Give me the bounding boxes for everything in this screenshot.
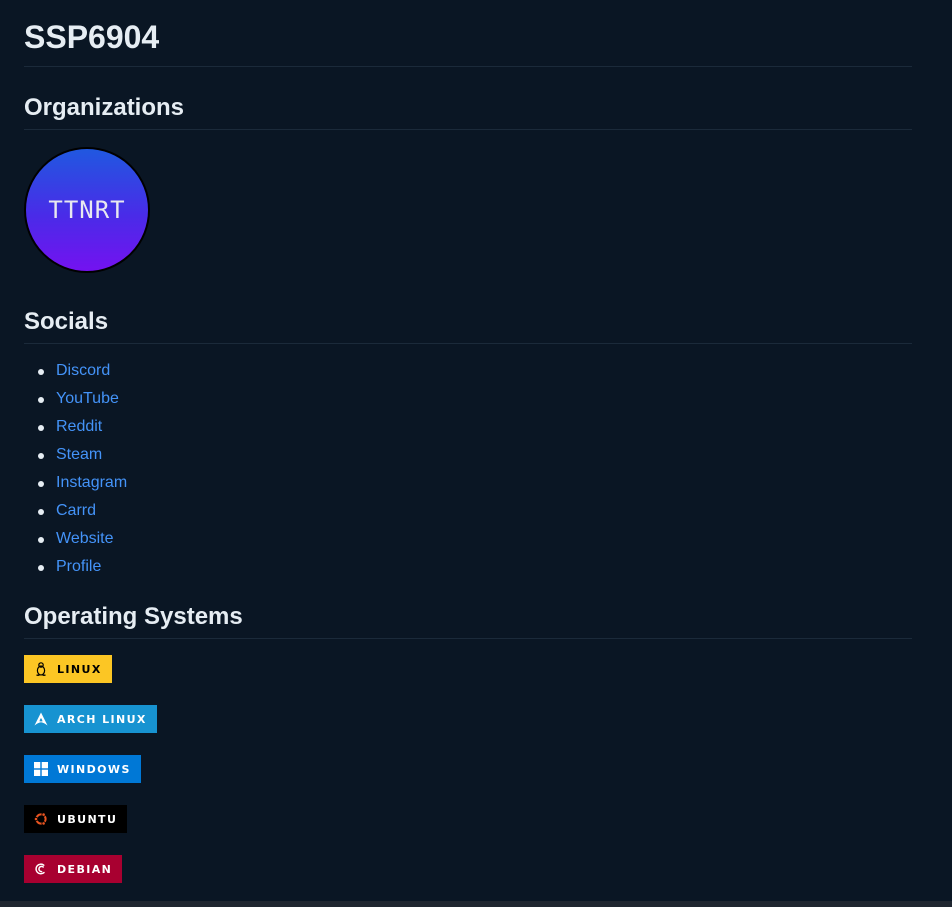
badge-label: LINUX (57, 662, 102, 676)
socials-heading: Socials (24, 307, 912, 344)
carrd-link[interactable]: Carrd (56, 502, 96, 519)
organizations-heading: Organizations (24, 93, 912, 130)
instagram-link[interactable]: Instagram (56, 474, 127, 491)
taskbar-edge (0, 901, 952, 907)
ubuntu-icon (33, 811, 49, 827)
list-item: Website (38, 525, 912, 553)
debian-badge: DEBIAN (24, 855, 123, 883)
steam-link[interactable]: Steam (56, 446, 102, 463)
list-item: Reddit (38, 413, 912, 441)
windows-icon (33, 761, 49, 777)
linux-badge: LINUX (24, 655, 112, 683)
os-badges: LINUX ARCH LINUX WINDOWS UBUNTU DEBIAN (24, 655, 912, 883)
badge-label: DEBIAN (57, 862, 113, 876)
badge-label: ARCH LINUX (57, 712, 147, 726)
ubuntu-badge: UBUNTU (24, 805, 128, 833)
arch-linux-icon (33, 711, 49, 727)
organization-avatar-ttnrt[interactable]: TTNRT (24, 147, 150, 273)
list-item: YouTube (38, 385, 912, 413)
list-item: Steam (38, 441, 912, 469)
operating-systems-heading: Operating Systems (24, 602, 912, 639)
discord-link[interactable]: Discord (56, 362, 110, 379)
website-link[interactable]: Website (56, 530, 114, 547)
tux-icon (33, 661, 49, 677)
socials-list: Discord YouTube Reddit Steam Instagram C… (24, 357, 912, 581)
profile-title: SSP6904 (24, 0, 912, 67)
organization-avatar-label: TTNRT (48, 196, 126, 224)
youtube-link[interactable]: YouTube (56, 390, 119, 407)
list-item: Carrd (38, 497, 912, 525)
reddit-link[interactable]: Reddit (56, 418, 102, 435)
list-item: Profile (38, 553, 912, 581)
windows-badge: WINDOWS (24, 755, 141, 783)
profile-link[interactable]: Profile (56, 558, 101, 575)
list-item: Discord (38, 357, 912, 385)
badge-label: UBUNTU (57, 812, 118, 826)
debian-icon (33, 861, 49, 877)
arch-linux-badge: ARCH LINUX (24, 705, 157, 733)
badge-label: WINDOWS (57, 762, 131, 776)
readme-content: SSP6904 Organizations TTNRT Socials Disc… (24, 0, 912, 905)
list-item: Instagram (38, 469, 912, 497)
